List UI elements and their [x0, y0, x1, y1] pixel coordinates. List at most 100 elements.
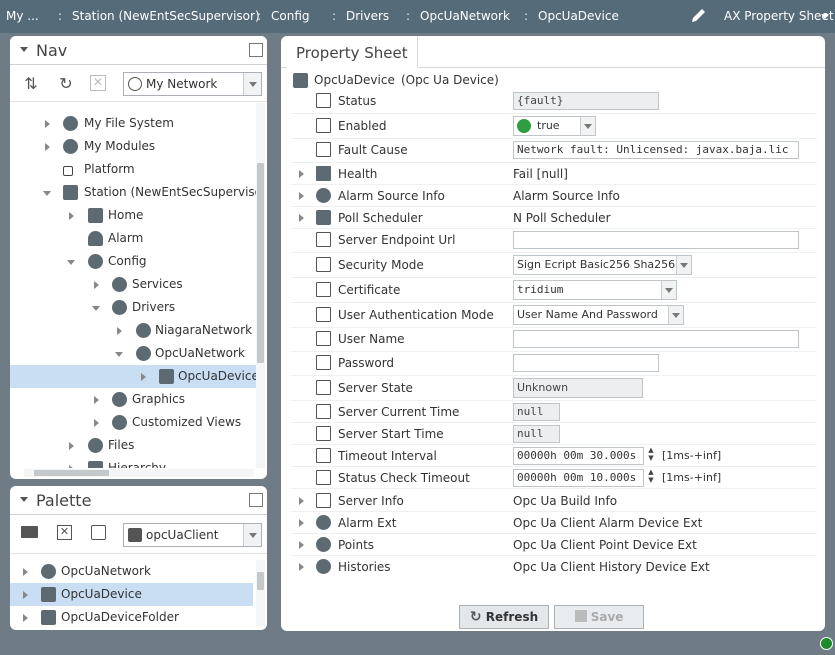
- security-mode-select[interactable]: Sign Ecript Basic256 Sha256: [513, 255, 692, 275]
- palette-item-opcuanetwork[interactable]: OpcUaNetwork: [10, 560, 253, 583]
- collapse-icon[interactable]: [67, 260, 75, 265]
- expand-icon[interactable]: [299, 563, 304, 571]
- breadcrumb-station[interactable]: Station (NewEntSecSupervisor): [72, 9, 260, 23]
- tree-item-niagaranetwork[interactable]: NiagaraNetwork: [10, 319, 257, 342]
- password-field[interactable]: [513, 354, 659, 372]
- tree-item-home[interactable]: Home: [10, 204, 257, 227]
- scrollbar-thumb[interactable]: [34, 470, 109, 476]
- nav-root-combo[interactable]: My Network: [123, 72, 262, 96]
- tree-item-services[interactable]: Services: [10, 273, 257, 296]
- prop-row-points[interactable]: Points Opc Ua Client Point Device Ext: [291, 534, 817, 556]
- prop-row-health[interactable]: Health Fail [null]: [291, 163, 817, 185]
- tree-item-files[interactable]: Files: [10, 434, 257, 457]
- tree-item-drivers[interactable]: Drivers: [10, 296, 257, 319]
- chevron-down-icon[interactable]: [580, 117, 595, 135]
- spinner-icon[interactable]: ▲ ▼: [646, 468, 656, 486]
- palette-module-combo[interactable]: opcUaClient: [123, 523, 262, 547]
- tree-item-opcuadevice[interactable]: OpcUaDevice: [10, 365, 257, 388]
- prop-row-histories[interactable]: Histories Opc Ua Client History Device E…: [291, 556, 817, 578]
- close-icon[interactable]: ✕: [90, 75, 106, 91]
- tree-item-my-file-system[interactable]: My File System: [10, 112, 257, 135]
- prop-row-alarm-source-info[interactable]: Alarm Source Info Alarm Source Info: [291, 185, 817, 207]
- fault-cause-field[interactable]: Network fault: Unlicensed: javax.baja.li…: [513, 141, 799, 159]
- folder-open-icon[interactable]: [21, 526, 38, 538]
- expand-icon[interactable]: [94, 396, 99, 404]
- tree-item-graphics[interactable]: Graphics: [10, 388, 257, 411]
- prop-value: Opc Ua Client Point Device Ext: [513, 538, 697, 552]
- refresh-icon[interactable]: ↻: [56, 75, 76, 93]
- tree-item-station[interactable]: Station (NewEntSecSupervisor): [10, 181, 257, 204]
- spinner-icon[interactable]: ▲ ▼: [646, 446, 656, 464]
- nav-vertical-scrollbar[interactable]: [256, 103, 265, 468]
- sync-arrows-icon[interactable]: ⇅: [21, 75, 41, 93]
- collapse-triangle-icon[interactable]: [20, 47, 28, 52]
- breadcrumb-opcuadevice[interactable]: OpcUaDevice: [538, 9, 619, 23]
- palette-item-opcuadevice[interactable]: OpcUaDevice: [10, 583, 253, 606]
- timeout-interval-field[interactable]: 00000h 00m 30.000s: [513, 447, 644, 465]
- certificate-select[interactable]: tridium: [513, 280, 677, 300]
- scrollbar-thumb[interactable]: [257, 572, 264, 590]
- tree-item-my-modules[interactable]: My Modules: [10, 135, 257, 158]
- chevron-down-icon[interactable]: [243, 524, 261, 546]
- enabled-select[interactable]: true: [513, 116, 596, 136]
- expand-icon[interactable]: [69, 212, 74, 220]
- expand-icon[interactable]: [299, 192, 304, 200]
- collapse-icon[interactable]: [115, 352, 123, 357]
- expand-icon[interactable]: [299, 541, 304, 549]
- user-name-field[interactable]: [513, 330, 799, 348]
- prop-row-poll-scheduler[interactable]: Poll Scheduler N Poll Scheduler: [291, 207, 817, 229]
- tree-item-customized-views[interactable]: Customized Views: [10, 411, 257, 434]
- expand-icon[interactable]: [23, 614, 28, 622]
- prop-row-server-info[interactable]: Server Info Opc Ua Build Info: [291, 490, 817, 512]
- prop-row-alarm-ext[interactable]: Alarm Ext Opc Ua Client Alarm Device Ext: [291, 512, 817, 534]
- expand-icon[interactable]: [299, 214, 304, 222]
- nav-horizontal-scrollbar[interactable]: [24, 469, 254, 477]
- expand-icon[interactable]: [299, 519, 304, 527]
- breadcrumb-opcuanetwork[interactable]: OpcUaNetwork: [420, 9, 510, 23]
- server-endpoint-url-field[interactable]: [513, 231, 799, 249]
- close-icon[interactable]: ✕: [57, 525, 72, 540]
- status-check-timeout-field[interactable]: 00000h 00m 10.000s: [513, 469, 644, 487]
- expand-icon[interactable]: [23, 591, 28, 599]
- tree-item-alarm[interactable]: Alarm: [10, 227, 257, 250]
- tree-item-opcuanetwork[interactable]: OpcUaNetwork: [10, 342, 257, 365]
- chevron-down-icon[interactable]: [243, 73, 261, 95]
- tree-item-platform[interactable]: Platform: [10, 158, 257, 181]
- breadcrumb-drivers[interactable]: Drivers: [346, 9, 389, 23]
- view-selector-chevron-icon[interactable]: [821, 14, 829, 19]
- chevron-down-icon[interactable]: [676, 256, 691, 274]
- breadcrumb-my[interactable]: My ...: [6, 9, 39, 23]
- chevron-down-icon[interactable]: [668, 306, 683, 324]
- tree-item-config[interactable]: Config: [10, 250, 257, 273]
- collapse-icon[interactable]: [43, 191, 51, 196]
- expand-icon[interactable]: [94, 419, 99, 427]
- expand-icon[interactable]: [141, 373, 146, 381]
- find-icon[interactable]: [91, 525, 106, 540]
- expand-icon[interactable]: [94, 281, 99, 289]
- maximize-icon[interactable]: [249, 493, 263, 507]
- expand-icon[interactable]: [69, 465, 74, 468]
- palette-vertical-scrollbar[interactable]: [256, 560, 265, 626]
- palette-item-opcuadevicefolder[interactable]: OpcUaDeviceFolder: [10, 606, 253, 629]
- user-auth-mode-select[interactable]: User Name And Password: [513, 305, 684, 325]
- pencil-icon[interactable]: [689, 7, 709, 25]
- expand-icon[interactable]: [299, 170, 304, 178]
- save-button[interactable]: Save: [554, 605, 644, 629]
- refresh-button[interactable]: ↻ Refresh: [459, 605, 549, 629]
- expand-icon[interactable]: [23, 568, 28, 576]
- palette-item-label: OpcUaNetwork: [61, 564, 151, 578]
- expand-icon[interactable]: [117, 327, 122, 335]
- collapse-icon[interactable]: [92, 306, 100, 311]
- expand-icon[interactable]: [45, 120, 50, 128]
- expand-icon[interactable]: [45, 143, 50, 151]
- expand-icon[interactable]: [69, 442, 74, 450]
- expand-icon[interactable]: [299, 497, 304, 505]
- view-selector[interactable]: AX Property Sheet: [724, 9, 834, 23]
- collapse-triangle-icon[interactable]: [20, 497, 28, 502]
- chevron-down-icon[interactable]: [661, 281, 676, 299]
- breadcrumb-config[interactable]: Config: [271, 9, 310, 23]
- maximize-icon[interactable]: [249, 43, 263, 57]
- tab-property-sheet[interactable]: Property Sheet: [287, 36, 418, 68]
- scrollbar-thumb[interactable]: [257, 163, 264, 363]
- tree-item-hierarchy[interactable]: Hierarchy: [10, 457, 257, 468]
